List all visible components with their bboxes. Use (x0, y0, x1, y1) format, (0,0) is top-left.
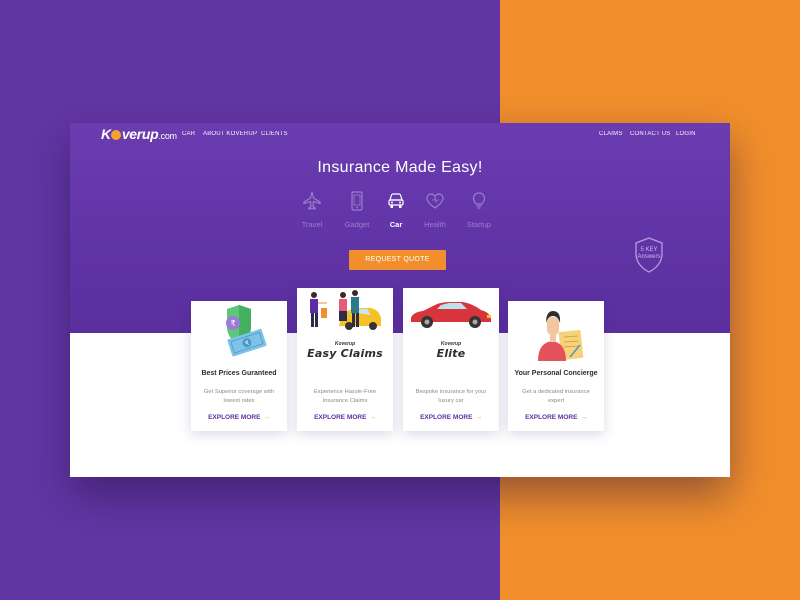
category-startup[interactable]: Startup (459, 190, 499, 229)
svg-text:₹: ₹ (230, 319, 235, 328)
card-title: Your Personal Concierge (514, 370, 598, 377)
lightbulb-icon (472, 192, 486, 209)
red-sports-car-icon (411, 302, 491, 328)
category-car[interactable]: Car (376, 190, 416, 229)
feature-card-elite[interactable]: Koverup Elite Bespoke insurance for your… (403, 288, 499, 431)
key-badge-line1: 5 KEY (640, 247, 658, 253)
logo-text-end: verup (121, 126, 159, 142)
heart-icon (426, 193, 444, 209)
logo-dot-icon (111, 130, 122, 140)
arrow-right-icon: → (263, 414, 270, 421)
card-brand: Koverup Elite (403, 341, 499, 360)
explore-label: EXPLORE MORE (420, 414, 473, 421)
explore-more-link[interactable]: EXPLORE MORE → (508, 414, 604, 421)
brand-big: Easy Claims (307, 347, 383, 360)
brand-big: Elite (436, 347, 466, 360)
explore-more-link[interactable]: EXPLORE MORE → (403, 414, 499, 421)
category-label: Gadget (344, 220, 370, 229)
card-description: Get Superior coverage with lowest rates (203, 389, 275, 404)
feature-card-concierge[interactable]: Your Personal Concierge Get a dedicated … (508, 301, 604, 431)
brand-logo[interactable]: Kverup.com (101, 126, 177, 142)
explore-label: EXPLORE MORE (208, 414, 261, 421)
category-health[interactable]: Health (415, 190, 455, 229)
category-travel[interactable]: Travel (292, 190, 332, 229)
key-badge-line2: Answers (637, 254, 661, 260)
card-title: Best Prices Guranteed (201, 370, 277, 377)
top-nav: Kverup.com CAR ABOUT KOVERUP CLIENTS CLA… (70, 123, 730, 147)
nav-link-login[interactable]: LOGIN (676, 131, 696, 137)
logo-text-start: K (101, 126, 111, 142)
card-description: Bespoke insurance for your luxury car (415, 389, 487, 404)
money-shield-icon: ₹ ₹ (226, 305, 267, 357)
arrow-right-icon: → (369, 414, 376, 421)
category-label: Travel (301, 220, 323, 229)
explore-label: EXPLORE MORE (525, 414, 578, 421)
category-label: Health (424, 220, 446, 229)
category-gadget[interactable]: Gadget (337, 190, 377, 229)
explore-more-link[interactable]: EXPLORE MORE → (297, 414, 393, 421)
nav-link-claims[interactable]: CLAIMS (599, 131, 623, 137)
explore-label: EXPLORE MORE (314, 414, 367, 421)
hero-section: Kverup.com CAR ABOUT KOVERUP CLIENTS CLA… (70, 123, 730, 333)
category-label: Car (389, 220, 403, 229)
request-quote-button[interactable]: REQUEST QUOTE (349, 250, 446, 270)
logo-domain: .com (158, 131, 177, 141)
card-description: Get a dedicated insurance expert (522, 389, 590, 404)
feature-card-prices[interactable]: ₹ ₹ Best Prices Guranteed Get Superior c… (191, 301, 287, 431)
explore-more-link[interactable]: EXPLORE MORE → (191, 414, 287, 421)
concierge-person-icon (538, 311, 584, 361)
card-brand: Koverup Easy Claims (297, 341, 393, 360)
card-description: Experience Hassle-Free Insurance Claims (313, 389, 377, 404)
feature-card-easy-claims[interactable]: Koverup Easy Claims Experience Hassle-Fr… (297, 288, 393, 431)
website-frame: Kverup.com CAR ABOUT KOVERUP CLIENTS CLA… (70, 123, 730, 477)
car-icon (388, 193, 404, 208)
people-car-icon (310, 290, 381, 330)
phone-icon (351, 191, 363, 211)
key-badge-text: 5 KEY Answers (633, 247, 665, 261)
hero-title: Insurance Made Easy! (317, 159, 483, 176)
nav-link-about[interactable]: ABOUT KOVERUP (203, 131, 257, 137)
arrow-right-icon: → (475, 414, 482, 421)
category-label: Startup (466, 220, 492, 229)
nav-link-contact[interactable]: CONTACT US (630, 131, 670, 137)
nav-link-car[interactable]: CAR (182, 131, 195, 137)
airplane-icon (303, 191, 321, 210)
nav-link-clients[interactable]: CLIENTS (261, 131, 288, 137)
arrow-right-icon: → (580, 414, 587, 421)
key-answers-badge[interactable]: 5 KEY Answers (633, 236, 665, 274)
